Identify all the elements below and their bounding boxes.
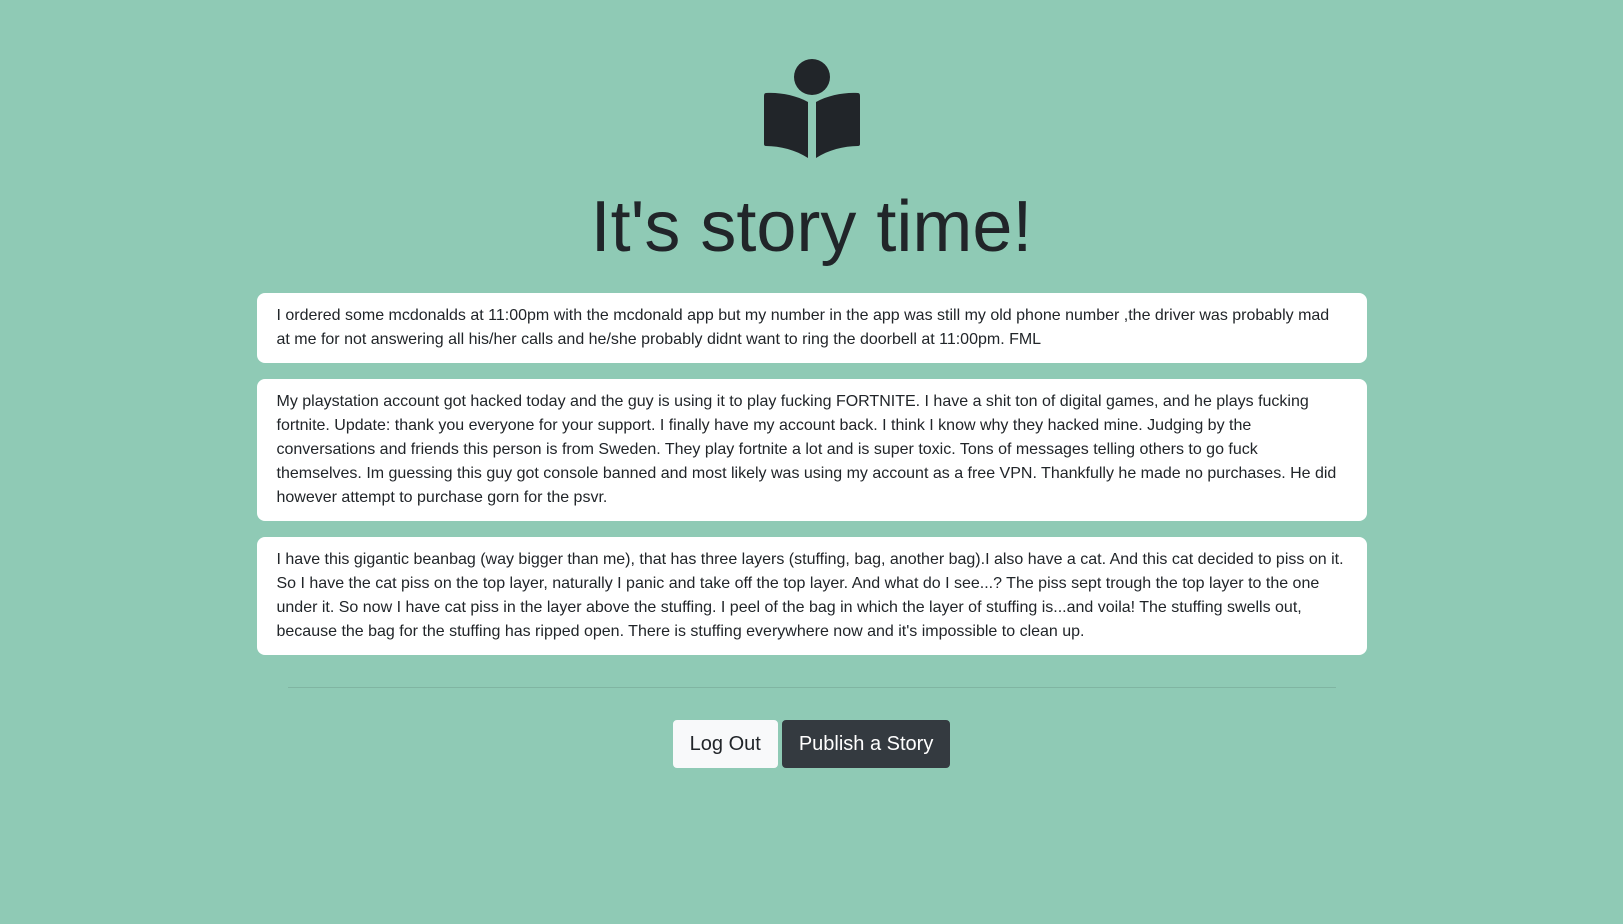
logout-button[interactable]: Log Out (672, 720, 778, 769)
publish-story-button[interactable]: Publish a Story (781, 720, 951, 769)
book-reader-icon (763, 59, 860, 158)
story-card: My playstation account got hacked today … (256, 379, 1367, 522)
action-buttons: Log Out Publish a Story (257, 720, 1367, 769)
story-card: I have this gigantic beanbag (way bigger… (256, 537, 1367, 656)
divider (287, 687, 1336, 689)
story-list: I ordered some mcdonalds at 11:00pm with… (256, 293, 1367, 656)
main-container: It's story time! I ordered some mcdonald… (256, 0, 1367, 769)
story-card: I ordered some mcdonalds at 11:00pm with… (256, 293, 1367, 364)
page-title: It's story time! (590, 187, 1033, 267)
